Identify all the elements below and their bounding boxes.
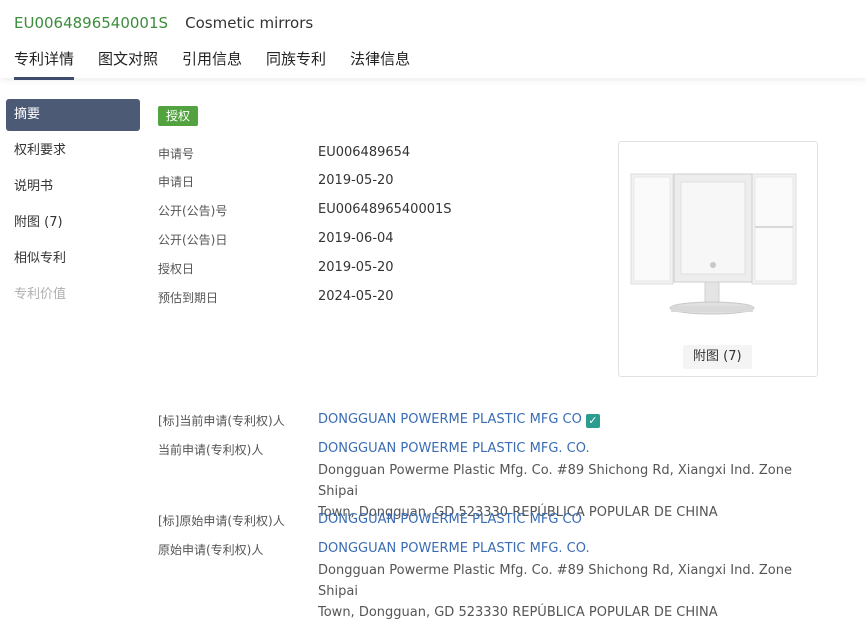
check-square-icon: ✓: [585, 414, 600, 428]
detail-tabs: 专利详情 图文对照 引用信息 同族专利 法律信息: [14, 48, 434, 80]
mirror-drawing-image[interactable]: [619, 142, 815, 332]
field-value-publication-no: EU0064896540001S: [318, 202, 452, 217]
applicant-label-std-current: [标]当前申请(专利权)人: [158, 414, 285, 428]
drawing-thumbnail-card[interactable]: 附图 (7): [618, 141, 818, 377]
field-label-grant-date: 授权日: [158, 262, 195, 276]
patent-title: Cosmetic mirrors: [185, 14, 314, 32]
field-label-expiry-date: 预估到期日: [158, 291, 219, 305]
tab-legal[interactable]: 法律信息: [350, 48, 410, 80]
applicant-link-current[interactable]: DONGGUAN POWERME PLASTIC MFG. CO.: [318, 441, 590, 456]
sidebar-item-description[interactable]: 说明书: [6, 171, 140, 203]
tab-patent-details[interactable]: 专利详情: [14, 48, 75, 80]
field-label-application-no: 申请号: [158, 147, 195, 161]
field-value-application-no: EU006489654: [318, 145, 411, 160]
field-label-application-date: 申请日: [158, 175, 195, 189]
applicant-label-std-original: [标]原始申请(专利权)人: [158, 514, 285, 528]
applicant-label-current: 当前申请(专利权)人: [158, 443, 264, 457]
sidebar-item-value: 专利价值: [14, 287, 67, 302]
applicant-link-std-current[interactable]: DONGGUAN POWERME PLASTIC MFG CO ✓: [318, 412, 600, 428]
field-label-publication-no: 公开(公告)号: [158, 204, 228, 218]
sidebar-item-similar[interactable]: 相似专利: [6, 243, 140, 275]
address-line: Dongguan Powerme Plastic Mfg. Co. #89 Sh…: [318, 463, 792, 499]
field-value-grant-date: 2019-05-20: [318, 260, 394, 275]
field-value-publication-date: 2019-06-04: [318, 231, 394, 246]
address-line: Town, Dongguan, GD 523330 REPÚBLICA POPU…: [318, 605, 718, 620]
field-value-application-date: 2019-05-20: [318, 173, 394, 188]
patent-number: EU0064896540001S: [14, 14, 169, 32]
applicant-name[interactable]: DONGGUAN POWERME PLASTIC MFG CO: [318, 412, 582, 427]
tab-citations[interactable]: 引用信息: [182, 48, 242, 80]
drawings-button[interactable]: 附图 (7): [683, 345, 752, 369]
sidebar-item-claims[interactable]: 权利要求: [6, 135, 140, 167]
applicant-address-original: Dongguan Powerme Plastic Mfg. Co. #89 Sh…: [318, 560, 818, 623]
title-row: EU0064896540001S Cosmetic mirrors: [14, 13, 313, 32]
sidebar-item-drawings[interactable]: 附图 (7): [6, 207, 140, 239]
tab-family[interactable]: 同族专利: [266, 48, 326, 80]
sidebar-item-abstract[interactable]: 摘要: [6, 99, 140, 131]
field-label-publication-date: 公开(公告)日: [158, 233, 228, 247]
status-badge: 授权: [158, 106, 199, 126]
address-line: Dongguan Powerme Plastic Mfg. Co. #89 Sh…: [318, 563, 792, 599]
applicant-link-original[interactable]: DONGGUAN POWERME PLASTIC MFG. CO.: [318, 541, 590, 556]
applicant-label-original: 原始申请(专利权)人: [158, 543, 264, 557]
field-value-expiry-date: 2024-05-20: [318, 289, 394, 304]
page-header: EU0064896540001S Cosmetic mirrors 专利详情 图…: [0, 0, 866, 80]
sidebar-nav: 摘要 权利要求 说明书 附图 (7) 相似专利 专利价值: [6, 99, 140, 315]
applicant-link-std-original[interactable]: DONGGUAN POWERME PLASTIC MFG CO: [318, 512, 582, 527]
tab-text-image[interactable]: 图文对照: [98, 48, 158, 80]
